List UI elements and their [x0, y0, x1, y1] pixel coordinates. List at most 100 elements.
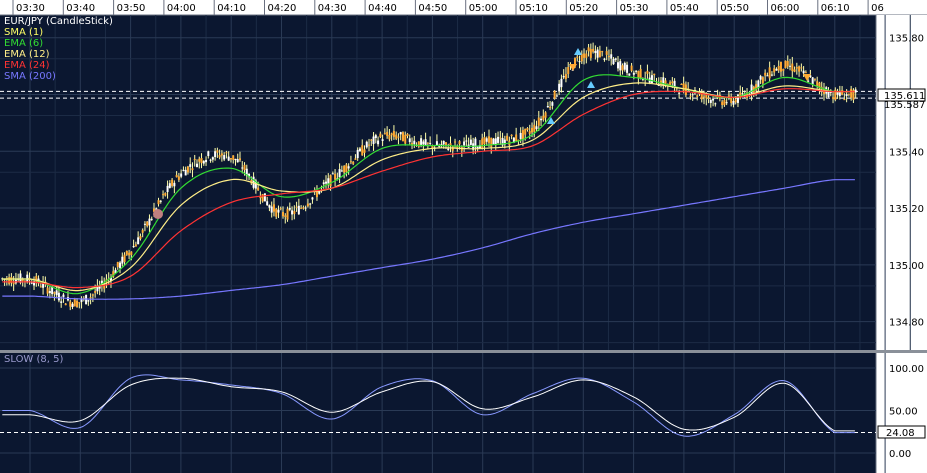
- candle-body: [841, 90, 844, 95]
- candle-body: [220, 153, 223, 156]
- candle-body: [601, 51, 604, 53]
- candle-body: [696, 95, 699, 97]
- candle-body: [691, 94, 694, 96]
- candle-body: [784, 60, 787, 69]
- candle-body: [116, 262, 119, 268]
- candle-body: [193, 159, 196, 161]
- candle-body: [48, 291, 51, 294]
- candle-body: [583, 53, 586, 58]
- candle-body: [159, 200, 162, 202]
- candle-body: [793, 69, 796, 72]
- candle-body: [610, 54, 613, 59]
- time-label: 05:30: [620, 3, 649, 14]
- candle-body: [309, 203, 312, 205]
- candle-body: [791, 63, 794, 72]
- candle-body: [134, 244, 137, 247]
- candle-body: [87, 300, 90, 302]
- candle-body: [635, 70, 638, 72]
- candle-body: [424, 139, 427, 145]
- candle-body: [211, 157, 214, 160]
- candle-body: [463, 141, 466, 146]
- candle-body: [12, 282, 15, 285]
- candle-body: [458, 141, 461, 145]
- candle-body: [372, 136, 375, 144]
- candle-body: [286, 208, 289, 220]
- candle-body: [57, 292, 60, 301]
- candle-body: [555, 95, 558, 97]
- candle-body: [612, 58, 615, 65]
- candle-body: [53, 292, 56, 294]
- candle-body: [94, 291, 97, 293]
- candle-body: [850, 88, 853, 98]
- candle-body: [30, 282, 33, 284]
- candle-body: [141, 230, 144, 233]
- candle-body: [379, 133, 382, 137]
- candle-body: [322, 182, 325, 185]
- candle-body: [521, 130, 524, 140]
- candle-body: [209, 159, 212, 161]
- candle-body: [191, 168, 194, 171]
- candle-body: [843, 99, 846, 101]
- candle-body: [60, 301, 63, 303]
- candle-body: [533, 124, 536, 132]
- candle-body: [553, 90, 556, 99]
- candle-body: [123, 254, 126, 263]
- candle-body: [148, 218, 151, 226]
- candle-body: [707, 97, 710, 99]
- candle-body: [338, 169, 341, 178]
- candle-body: [483, 137, 486, 144]
- candle-body: [429, 142, 432, 144]
- candle-body: [392, 130, 395, 137]
- candle-body: [766, 75, 769, 77]
- time-label: 03:40: [66, 3, 95, 14]
- candle-body: [786, 61, 789, 67]
- osc-tick-label: 50.00: [889, 407, 918, 418]
- candle-body: [637, 70, 640, 79]
- candle-body: [596, 49, 599, 58]
- candle-body: [205, 159, 208, 163]
- time-label: 05:00: [469, 3, 498, 14]
- candle-body: [8, 277, 11, 284]
- price-chart[interactable]: 03:30 03:40 03:50 04:00 04:10 04:20 04:30 04:40…: [0, 0, 927, 473]
- candle-body: [544, 112, 547, 118]
- candle-body: [325, 181, 328, 184]
- panel-divider[interactable]: [0, 350, 927, 353]
- candle-body: [426, 142, 429, 144]
- candle-body: [444, 142, 447, 145]
- candle-body: [617, 62, 620, 69]
- candle-body: [356, 149, 359, 159]
- candle-body: [845, 94, 848, 97]
- candle-body: [216, 150, 219, 153]
- osc-tick-label: 0.00: [889, 449, 911, 460]
- time-label: 04:10: [217, 3, 246, 14]
- oscillator-value-label: 24.08: [886, 428, 915, 439]
- candle-body: [680, 84, 683, 86]
- candle-body: [137, 237, 140, 245]
- candle-body: [585, 53, 588, 58]
- candle-body: [626, 64, 629, 73]
- candle-body: [404, 134, 407, 144]
- candle-body: [603, 58, 606, 60]
- candle-body: [189, 164, 192, 167]
- candle-body: [132, 246, 135, 248]
- candle-body: [89, 297, 92, 299]
- candle-body: [639, 68, 642, 79]
- candle-body: [358, 148, 361, 151]
- time-label: 04:40: [368, 3, 397, 14]
- candle-body: [537, 117, 540, 126]
- candle-body: [413, 140, 416, 145]
- time-label: 05:50: [720, 3, 749, 14]
- candle-body: [594, 50, 597, 54]
- candle-body: [311, 197, 314, 200]
- candle-body: [279, 208, 282, 210]
- candle-body: [732, 101, 735, 105]
- candle-body: [682, 83, 685, 91]
- candle-body: [195, 163, 198, 168]
- candle-body: [227, 156, 230, 161]
- candle-body: [598, 50, 601, 58]
- candle-body: [535, 126, 538, 130]
- candle-body: [272, 204, 275, 212]
- candle-body: [225, 152, 228, 154]
- candle-body: [650, 75, 653, 84]
- osc-tick-label: 100.00: [889, 364, 924, 375]
